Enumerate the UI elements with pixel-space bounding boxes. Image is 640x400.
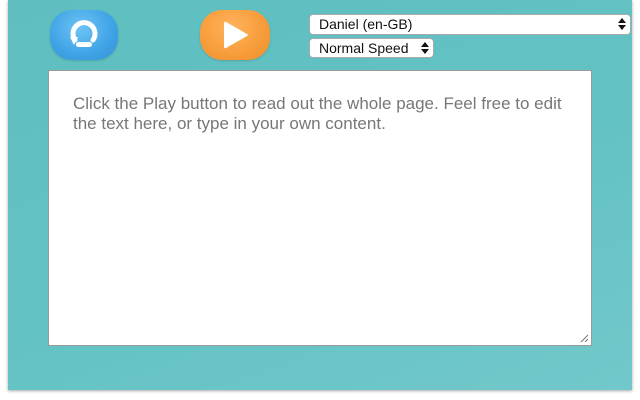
voice-select-value: Daniel (en-GB) (319, 16, 413, 32)
editor-text: Click the Play button to read out the wh… (73, 94, 562, 133)
replay-icon (70, 20, 98, 47)
voice-select[interactable]: Daniel (en-GB) (309, 14, 631, 35)
play-button[interactable] (200, 10, 270, 60)
speed-select-value: Normal Speed (319, 40, 409, 56)
replay-button[interactable] (50, 10, 118, 60)
select-arrows-icon (618, 18, 626, 30)
play-icon (224, 21, 248, 49)
resize-grip-icon[interactable] (580, 334, 589, 343)
text-editor[interactable]: Click the Play button to read out the wh… (48, 70, 592, 346)
app-window: Daniel (en-GB) Normal Speed Click the Pl… (8, 0, 632, 390)
speed-select[interactable]: Normal Speed (309, 38, 434, 58)
select-arrows-icon (421, 42, 429, 54)
